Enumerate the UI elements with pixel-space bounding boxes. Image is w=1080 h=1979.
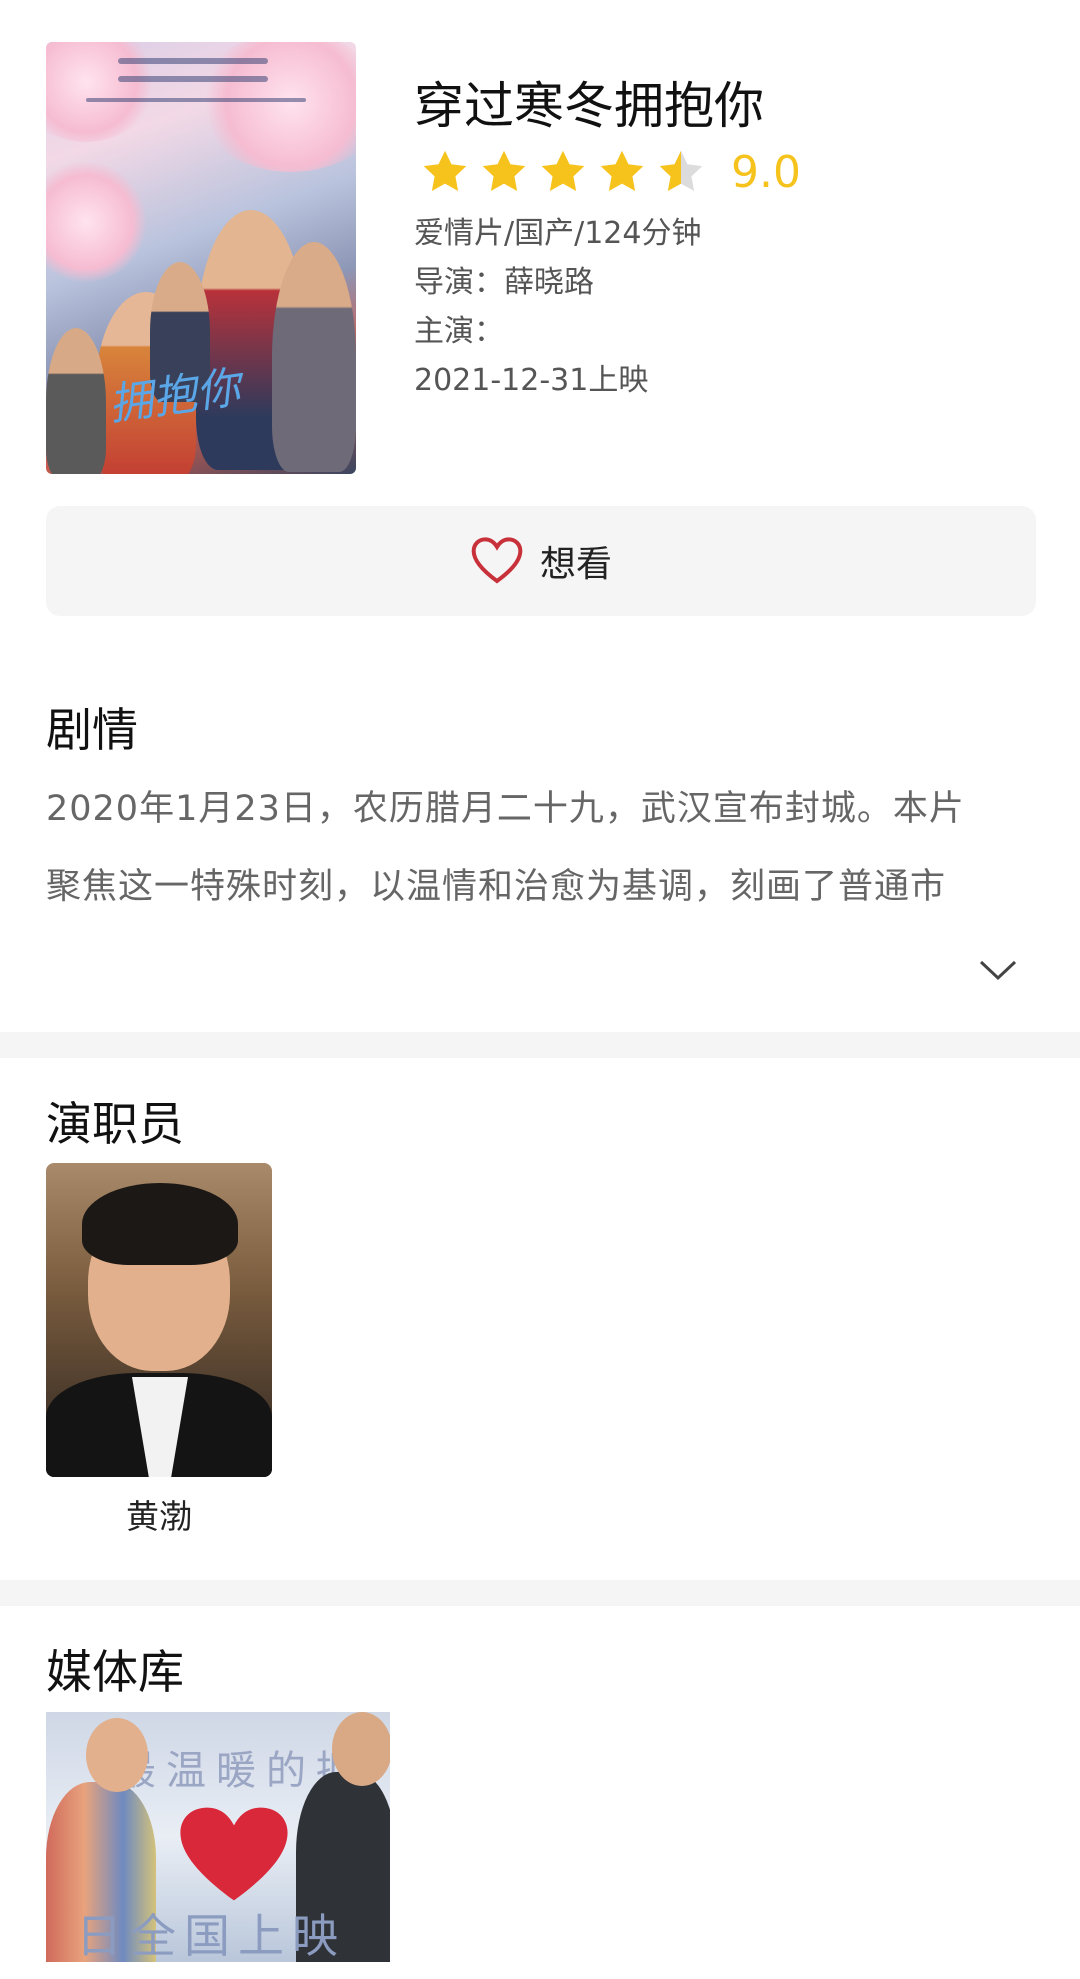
rating-score: 9.0: [731, 146, 801, 198]
plot-line: 2020年1月23日，农历腊月二十九，武汉宣布封城。本片: [46, 789, 965, 829]
cast-heading: 演职员: [46, 1097, 184, 1151]
star-icon: [482, 150, 526, 191]
plot-summary: 2020年1月23日，农历腊月二十九，武汉宣布封城。本片 聚焦这一特殊时刻，以温…: [46, 770, 1036, 926]
heart-icon: [471, 537, 523, 584]
cast-photo[interactable]: [46, 1163, 272, 1477]
movie-title: 穿过寒冬拥抱你: [414, 77, 764, 135]
plot-line: 聚焦这一特殊时刻，以温情和治愈为基调，刻画了普通市: [46, 867, 947, 907]
section-divider: [0, 1032, 1080, 1058]
heart-prop-icon: [180, 1807, 288, 1901]
media-heading: 媒体库: [46, 1645, 184, 1699]
cast-member-name[interactable]: 黄渤: [46, 1490, 272, 1538]
media-banner-text: 日全国上映: [76, 1909, 346, 1962]
media-thumbnail[interactable]: 最温暖的拥 日全国上映: [46, 1712, 390, 1962]
release-info: 2021-12-31上映: [414, 363, 649, 398]
section-divider: [0, 1580, 1080, 1606]
half-star-icon: [659, 150, 703, 191]
director-info: 导演：薛晓路: [414, 265, 594, 300]
chevron-down-icon[interactable]: [978, 958, 1018, 982]
want-to-watch-button[interactable]: 想看: [46, 506, 1036, 616]
movie-poster[interactable]: 拥抱你: [46, 42, 356, 474]
star-icon: [541, 150, 585, 191]
genre-info: 爱情片/国产/124分钟: [414, 216, 702, 251]
want-to-watch-label: 想看: [539, 544, 612, 585]
rating-row: 9.0: [420, 146, 801, 198]
plot-heading: 剧情: [46, 703, 138, 757]
cast-info: 主演：: [414, 314, 504, 349]
star-icon: [423, 150, 467, 191]
star-icon: [600, 150, 644, 191]
